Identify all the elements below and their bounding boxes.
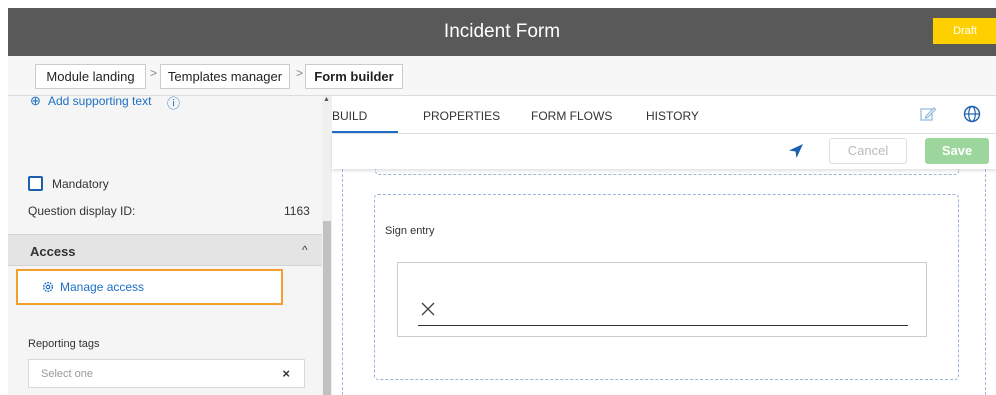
mandatory-checkbox[interactable] xyxy=(28,176,43,191)
question-display-id-value: 1163 xyxy=(284,204,310,218)
access-section-header[interactable]: Access ^ xyxy=(8,234,322,266)
cancel-button[interactable]: Cancel xyxy=(829,138,907,164)
breadcrumb-form-builder: Form builder xyxy=(305,64,403,89)
tab-build[interactable]: BUILD xyxy=(332,109,367,123)
reporting-tags-placeholder: Select one xyxy=(41,368,93,380)
signature-pad[interactable] xyxy=(397,262,927,337)
form-builder-main: BUILD PROPERTIES FORM FLOWS HISTORY Canc… xyxy=(332,96,996,395)
status-badge: Draft xyxy=(933,18,996,44)
add-circle-icon[interactable]: ⊕ xyxy=(30,96,41,109)
active-tab-indicator xyxy=(332,131,398,133)
tab-properties[interactable]: PROPERTIES xyxy=(423,109,500,123)
navigation-arrow-icon[interactable] xyxy=(788,143,804,159)
chevron-up-icon[interactable]: ^ xyxy=(302,243,308,257)
add-supporting-text-link[interactable]: Add supporting text xyxy=(48,96,151,108)
app-header: Incident Form Draft xyxy=(8,8,996,56)
page-title: Incident Form xyxy=(443,21,561,42)
manage-access-button[interactable]: Manage access xyxy=(16,269,283,305)
tab-form-flows[interactable]: FORM FLOWS xyxy=(531,109,612,123)
mandatory-label: Mandatory xyxy=(52,177,109,191)
breadcrumb-separator: > xyxy=(296,66,304,80)
question-display-id-label: Question display ID: xyxy=(28,204,136,218)
close-icon[interactable]: × xyxy=(282,366,290,381)
signature-x-icon xyxy=(421,302,435,316)
tab-history[interactable]: HISTORY xyxy=(646,109,699,123)
save-button[interactable]: Save xyxy=(925,138,989,164)
signature-line xyxy=(418,325,908,326)
builder-tabs: BUILD PROPERTIES FORM FLOWS HISTORY xyxy=(332,96,996,134)
breadcrumb-module-landing[interactable]: Module landing xyxy=(35,64,146,89)
reporting-tags-select[interactable]: Select one × xyxy=(28,359,305,388)
sign-entry-question-card[interactable]: Sign entry xyxy=(374,194,959,380)
question-properties-panel: ⊕ Add supporting text ⓘ Mandatory Questi… xyxy=(8,96,322,395)
info-icon[interactable]: ⓘ xyxy=(167,96,180,112)
scroll-up-arrow-icon[interactable]: ▲ xyxy=(323,96,330,103)
reporting-tags-label: Reporting tags xyxy=(28,338,100,350)
breadcrumb-templates-manager[interactable]: Templates manager xyxy=(160,64,290,89)
previous-question-card[interactable] xyxy=(375,169,959,175)
scrollbar-thumb[interactable] xyxy=(323,221,331,395)
edit-icon[interactable] xyxy=(919,105,937,123)
breadcrumb-separator: > xyxy=(150,66,158,80)
sign-entry-label: Sign entry xyxy=(385,225,435,237)
form-action-bar: Cancel Save xyxy=(332,134,996,169)
access-section-title: Access xyxy=(30,244,76,259)
left-panel-scrollbar[interactable]: ▲ xyxy=(322,96,332,395)
gear-icon xyxy=(42,281,54,293)
form-canvas: Sign entry xyxy=(342,169,986,395)
globe-icon[interactable] xyxy=(963,105,981,123)
manage-access-label: Manage access xyxy=(60,280,145,294)
breadcrumb: Module landing > Templates manager > For… xyxy=(8,56,996,96)
